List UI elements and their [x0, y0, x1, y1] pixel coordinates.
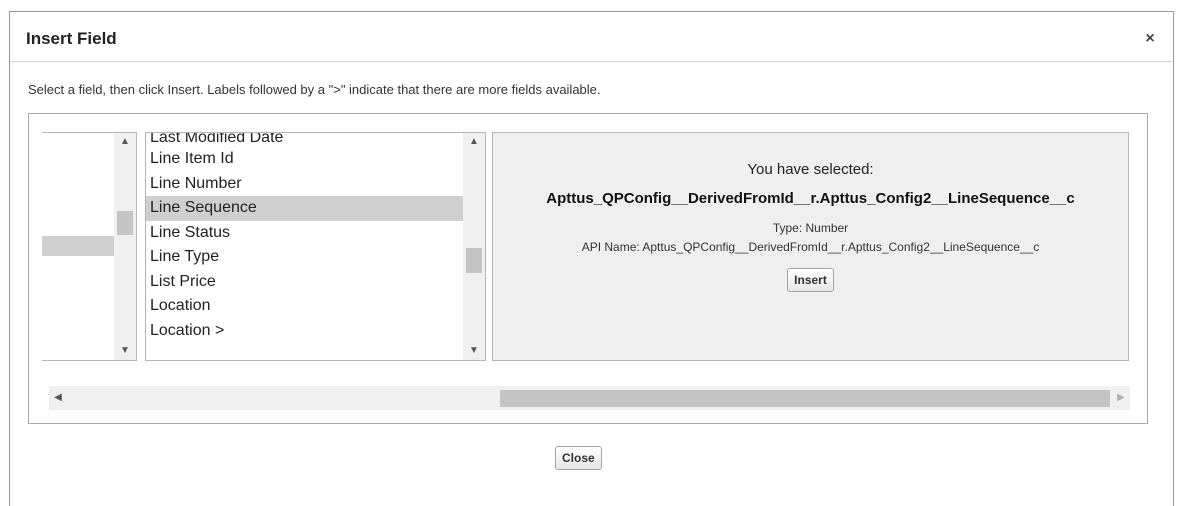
horizontal-scrollbar-thumb[interactable]	[500, 390, 1110, 407]
scroll-up-icon[interactable]: ▲	[114, 133, 136, 151]
field-picker-panel: ▲ ▼ Last Modified Date Line Item Id Line N…	[28, 113, 1148, 424]
scroll-left-icon[interactable]: ◀	[49, 386, 67, 410]
selected-heading: You have selected:	[747, 161, 874, 178]
field-list-item[interactable]: Line Number	[146, 172, 463, 197]
field-api-name: API Name: Apttus_QPConfig__DerivedFromId…	[581, 240, 1040, 254]
field-list-item[interactable]: Last Modified Date	[146, 133, 463, 147]
selected-field-name: Apttus_QPConfig__DerivedFromId__r.Apttus…	[546, 190, 1075, 207]
field-type: Type: Number	[772, 221, 849, 235]
close-button[interactable]: Close	[555, 446, 602, 470]
field-list-item[interactable]: List Price	[146, 270, 463, 295]
field-list-scrollbar[interactable]: ▲ ▼	[463, 133, 485, 360]
field-list-item[interactable]: Location	[146, 294, 463, 319]
field-list-item[interactable]: Line Item Id	[146, 147, 463, 172]
dialog-title: Insert Field	[26, 29, 117, 48]
scroll-down-icon[interactable]: ▼	[114, 342, 136, 360]
scrollbar-thumb[interactable]	[117, 211, 133, 235]
close-icon[interactable]: ×	[1140, 30, 1160, 50]
field-list-item[interactable]: Line Sequence	[146, 196, 463, 221]
field-list-items: Last Modified Date Line Item Id Line Numbe…	[146, 133, 463, 343]
field-list[interactable]: Last Modified Date Line Item Id Line Numbe…	[145, 132, 486, 361]
instructions-text: Select a field, then click Insert. Label…	[28, 82, 601, 97]
parent-object-list[interactable]: ▲ ▼	[42, 132, 137, 361]
insert-button[interactable]: Insert	[787, 268, 834, 292]
horizontal-scrollbar[interactable]: ◀ ▶	[49, 386, 1130, 410]
parent-list-scrollbar[interactable]: ▲ ▼	[114, 133, 136, 360]
scroll-right-icon[interactable]: ▶	[1112, 386, 1130, 410]
scrollbar-thumb[interactable]	[466, 248, 482, 273]
dialog-header: Insert Field ×	[10, 12, 1173, 62]
selected-field-detail: You have selected: Apttus_QPConfig__Deri…	[492, 132, 1129, 361]
field-list-item[interactable]: Location >	[146, 319, 463, 344]
parent-object-selected-item[interactable]	[42, 236, 115, 256]
field-list-item[interactable]: Line Type	[146, 245, 463, 270]
scroll-down-icon[interactable]: ▼	[463, 342, 485, 360]
field-list-item[interactable]: Line Status	[146, 221, 463, 246]
scroll-up-icon[interactable]: ▲	[463, 133, 485, 151]
